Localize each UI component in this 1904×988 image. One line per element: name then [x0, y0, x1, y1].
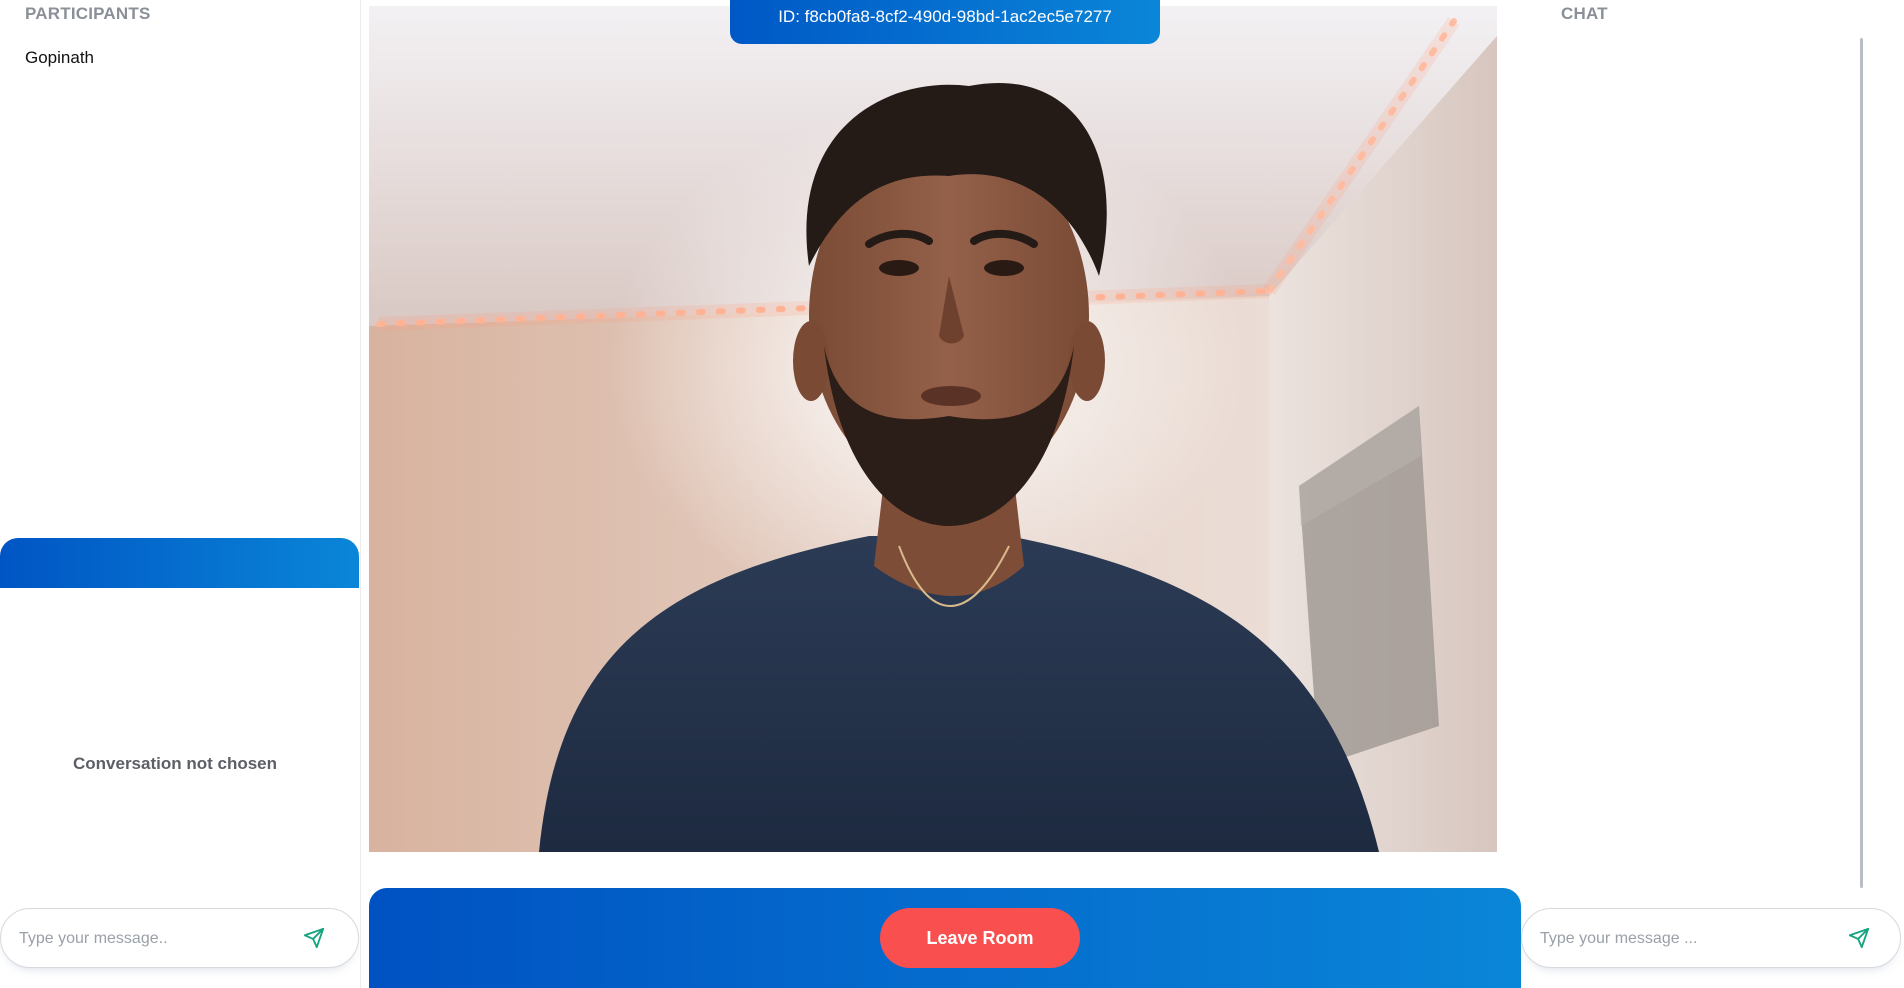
direct-chat-empty-state: Conversation not chosen [72, 754, 278, 773]
chat-message-input[interactable] [1538, 909, 1832, 969]
direct-chat-header [0, 538, 359, 588]
chat-scrollbar[interactable] [1860, 38, 1863, 888]
chat-title: CHAT [1561, 4, 1608, 23]
participant-video [369, 6, 1497, 852]
room-id-badge: ID: f8cb0fa8-8cf2-490d-98bd-1ac2ec5e7277 [730, 0, 1160, 44]
direct-message-input[interactable] [17, 909, 291, 969]
video-frame-image [369, 6, 1497, 852]
send-icon[interactable] [301, 925, 327, 951]
direct-message-input-container [0, 908, 359, 969]
chat-input-container [1521, 908, 1901, 969]
participant-item[interactable]: Gopinath [25, 48, 94, 68]
participants-panel: PARTICIPANTS Gopinath Conversation not c… [0, 0, 361, 988]
participants-title: PARTICIPANTS [25, 4, 151, 23]
video-room-page: PARTICIPANTS Gopinath Conversation not c… [0, 0, 1904, 988]
leave-room-button[interactable]: Leave Room [880, 908, 1080, 968]
room-controls-bar: Leave Room [369, 888, 1521, 988]
send-icon[interactable] [1846, 925, 1872, 951]
chat-panel: CHAT [1521, 0, 1904, 988]
